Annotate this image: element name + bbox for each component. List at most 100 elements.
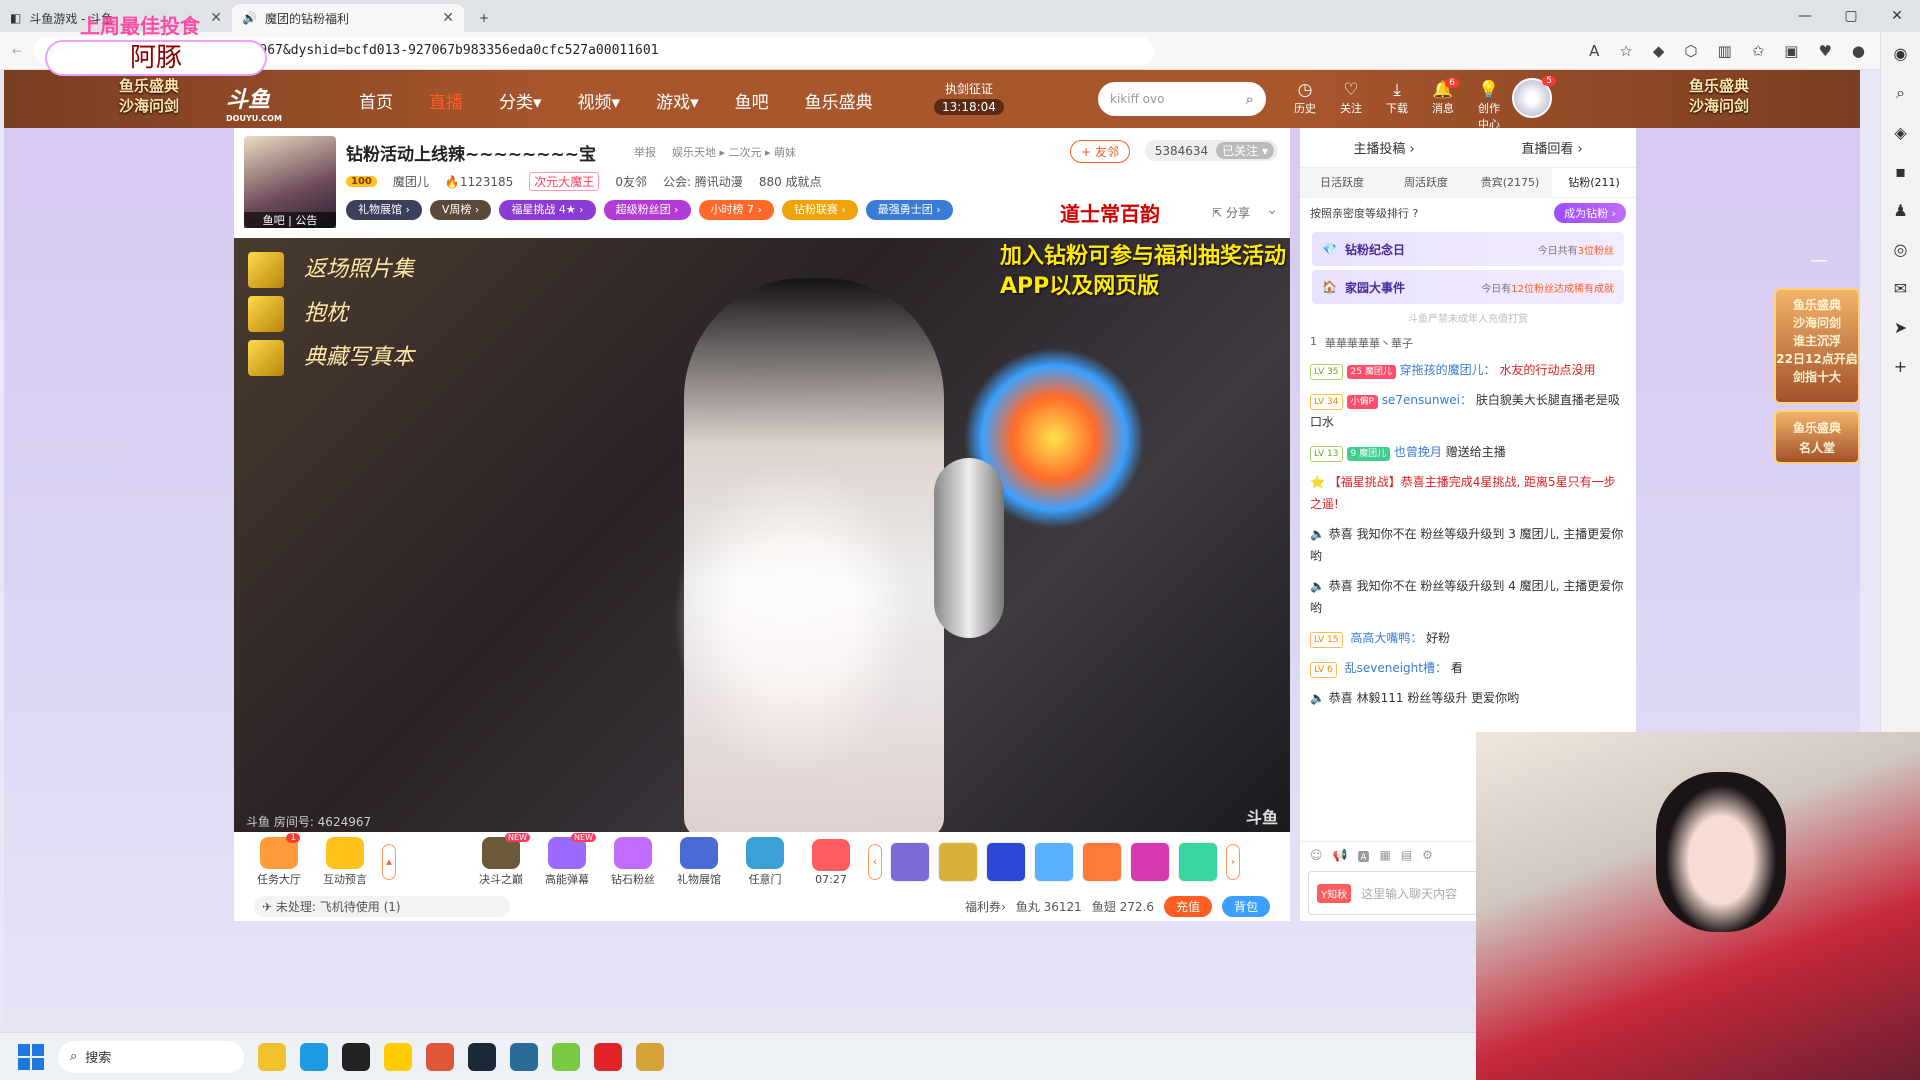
app-icon[interactable] (342, 1042, 370, 1071)
list-icon[interactable]: ▤ (1401, 848, 1412, 862)
sword-cert[interactable]: 执剑征证 13:18:04 (934, 80, 1004, 115)
backpack-button[interactable]: 背包 (1221, 895, 1270, 917)
split-screen-icon[interactable]: ▥ (1718, 42, 1732, 60)
gift-slot[interactable] (1082, 842, 1122, 882)
briefcase-icon[interactable]: ▪ (1895, 162, 1906, 181)
nav-video[interactable]: 视频▾ (578, 88, 621, 113)
side-ad-event[interactable]: 鱼乐盛典 沙海问剑 谁主沉浮 22日12点开启 剑指十大 (1774, 288, 1860, 404)
become-diamond-fan-button[interactable]: 成为钻粉 › (1554, 203, 1626, 223)
pill-diamond-league[interactable]: 钻粉联赛 › (781, 200, 858, 220)
font-icon[interactable]: 🅰 (1357, 848, 1369, 864)
report-link[interactable]: 举报 (634, 144, 656, 160)
steam-icon[interactable] (468, 1042, 496, 1071)
danmu-button[interactable]: 高能弹幕 NEW (538, 833, 596, 887)
emoji-icon[interactable]: ☺ (1310, 848, 1323, 862)
gift-slot[interactable] (1130, 842, 1170, 882)
download-button[interactable]: ⤓ 下载 (1381, 80, 1413, 132)
copilot-icon[interactable]: ◉ (1894, 44, 1908, 63)
diamond-fans-button[interactable]: 钻石粉丝 (604, 837, 662, 887)
grid-icon[interactable]: ▦ (1379, 848, 1390, 862)
gift-slot[interactable] (890, 842, 930, 882)
new-tab-button[interactable]: + (464, 4, 504, 32)
taskbar-search[interactable]: ⌕ 搜索 (58, 1040, 244, 1073)
tab-diamond-fans[interactable]: 钻粉(211) (1552, 168, 1636, 197)
edge-icon[interactable] (300, 1042, 328, 1071)
tab-active-room[interactable]: 🔊 魔团的钻粉福利 ✕ (232, 4, 464, 32)
side-ad-hall-of-fame[interactable]: 鱼乐盛典 名人堂 (1774, 410, 1860, 464)
tab-vip[interactable]: 贵宾(2175) (1468, 168, 1552, 197)
close-window-button[interactable]: ✕ (1874, 0, 1920, 32)
timer-button[interactable]: 07:27 (802, 838, 860, 886)
close-icon[interactable]: ✕ (442, 10, 454, 26)
collapse-arrow-icon[interactable]: ▴ (382, 844, 396, 880)
gift-slot[interactable] (986, 842, 1026, 882)
home-events-card[interactable]: 🏠 家园大事件 今日有12位粉丝达成稀有成就 (1312, 270, 1624, 304)
app-icon[interactable] (384, 1042, 412, 1071)
close-icon[interactable]: ✕ (210, 10, 222, 26)
rank-row[interactable]: 1 華華華華華丶華子 (1300, 331, 1636, 355)
messages-button[interactable]: 🔔 消息 6 (1427, 78, 1459, 132)
minimize-button[interactable]: — (1782, 0, 1828, 32)
gift-hall-button[interactable]: 礼物展馆 (670, 837, 728, 887)
pill-lucky-star[interactable]: 福星挑战 4★ › (499, 200, 596, 220)
back-icon[interactable]: ← (12, 44, 22, 58)
anchor-avatar[interactable]: 鱼吧 | 公告 (244, 136, 336, 228)
tag-icon[interactable]: ◈ (1894, 123, 1906, 142)
event-banner-right[interactable]: 鱼乐盛典 沙海问剑 (1664, 76, 1774, 122)
pill-gift-hall[interactable]: 礼物展馆 › (346, 200, 422, 220)
task-hall-button[interactable]: 任务大厅 1 (250, 833, 308, 887)
welfare-link[interactable]: 福利券› (965, 898, 1006, 915)
settings-icon[interactable]: ⚙ (1422, 848, 1433, 862)
nav-home[interactable]: 首页 (359, 88, 393, 113)
devil-badge[interactable]: 次元大魔王 (529, 172, 600, 191)
nav-fishbar[interactable]: 鱼吧 (735, 88, 769, 113)
user-avatar[interactable]: 5 (1512, 76, 1556, 118)
chess-icon[interactable]: ♟ (1893, 201, 1907, 220)
gift-slot[interactable] (938, 842, 978, 882)
achievement-points[interactable]: 880 成就点 (759, 173, 822, 190)
pill-super-fans[interactable]: 超级粉丝团 › (603, 200, 691, 220)
douyu-logo[interactable]: 斗鱼 DOUYU.COM (226, 82, 282, 123)
favorites-icon[interactable]: ✩ (1752, 42, 1765, 60)
replay-link[interactable]: 直播回看 › (1521, 138, 1582, 157)
prediction-button[interactable]: 互动预言 (316, 837, 374, 887)
restore-button[interactable]: ▢ (1828, 0, 1874, 32)
m365-icon[interactable]: ◎ (1894, 240, 1908, 259)
pill-v-weekly[interactable]: V周榜 › (429, 200, 492, 220)
recharge-button[interactable]: 充值 (1163, 895, 1212, 917)
start-button[interactable] (18, 1043, 44, 1070)
profile-icon[interactable]: ● (1852, 42, 1865, 60)
nav-live[interactable]: 直播 (429, 88, 463, 113)
follow-button[interactable]: ♡ 关注 (1335, 80, 1367, 132)
extension-icon[interactable]: ◆ (1653, 42, 1665, 60)
megaphone-icon[interactable]: 📢 (1333, 848, 1348, 862)
app-icon[interactable] (552, 1042, 580, 1071)
fan-anniversary-card[interactable]: 💎 钻粉纪念日 今日共有3位粉丝 (1312, 232, 1624, 266)
pill-warrior-team[interactable]: 最强勇士团 › (865, 200, 953, 220)
app-icon[interactable] (510, 1042, 538, 1071)
gift-slot[interactable] (1034, 842, 1074, 882)
followed-button[interactable]: 已关注 ▾ (1216, 142, 1274, 159)
left-arrow-icon[interactable]: ‹ (868, 844, 882, 880)
add-friend-button[interactable]: + 友邻 (1070, 140, 1130, 163)
douyu-app-icon[interactable] (426, 1042, 454, 1071)
site-search-input[interactable]: kikiff ovo ⌕ (1098, 82, 1266, 116)
anywhere-door-button[interactable]: 任意门 (736, 837, 794, 887)
send-icon[interactable]: ➤ (1894, 318, 1907, 337)
read-aloud-icon[interactable]: A (1589, 42, 1599, 60)
tab-daily-active[interactable]: 日活跃度 (1300, 168, 1384, 197)
fan-badge[interactable]: Y知秋 (1317, 883, 1352, 903)
nav-game[interactable]: 游戏▾ (656, 88, 699, 113)
gift-slot[interactable] (1178, 842, 1218, 882)
speaker-icon[interactable]: 🔊 (242, 11, 257, 25)
performance-icon[interactable]: ♥ (1818, 42, 1831, 60)
tab-weekly-active[interactable]: 周活跃度 (1384, 168, 1468, 197)
video-player[interactable]: 返场照片集 抱枕 典藏写真本 加入钻粉可参与福利抽奖活动 APP以及网页版 斗鱼… (234, 238, 1290, 832)
event-banner-left[interactable]: 鱼乐盛典 沙海问剑 (94, 76, 204, 122)
app-icon[interactable] (594, 1042, 622, 1071)
nav-festival[interactable]: 鱼乐盛典 (805, 88, 873, 113)
pill-hour-rank[interactable]: 小时榜 7 › (698, 200, 774, 220)
share-button[interactable]: ⇱ 分享 (1212, 204, 1250, 221)
add-icon[interactable]: + (1894, 357, 1907, 376)
history-button[interactable]: ◷ 历史 (1289, 80, 1321, 132)
